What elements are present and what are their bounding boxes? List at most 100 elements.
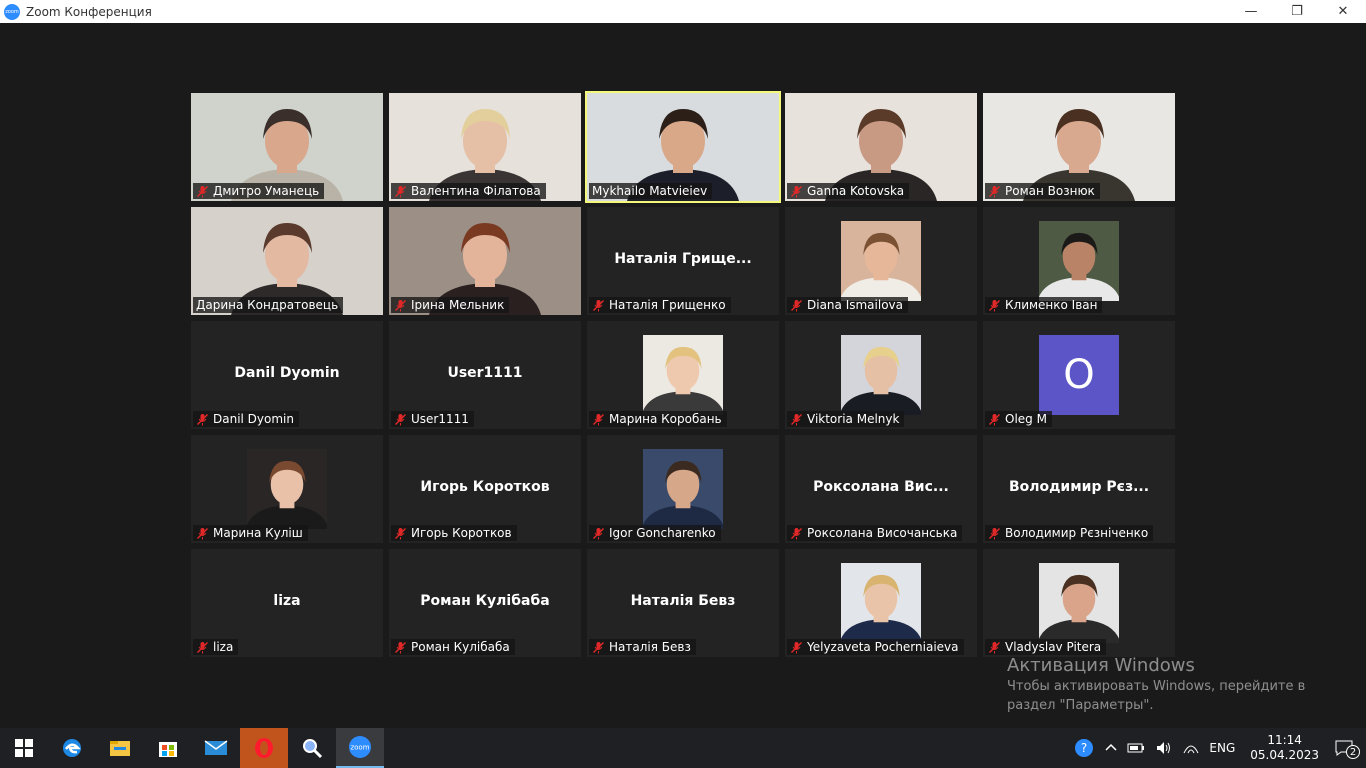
participant-nameplate: Марина Куліш — [193, 525, 308, 541]
participant-name: Роман Вознюк — [1005, 184, 1095, 198]
taskbar-zoom[interactable]: zoom — [336, 728, 384, 768]
muted-mic-icon — [395, 185, 406, 197]
taskbar-mail[interactable] — [192, 728, 240, 768]
muted-mic-icon — [593, 641, 604, 653]
wifi-icon[interactable] — [1183, 741, 1199, 755]
muted-mic-icon — [197, 527, 208, 539]
clock-date: 05.04.2023 — [1250, 748, 1319, 762]
taskbar-clock[interactable]: 11:14 05.04.2023 — [1250, 733, 1319, 763]
participant-tile[interactable]: Марина Коробань — [587, 321, 779, 429]
chevron-up-icon[interactable] — [1105, 742, 1117, 754]
participant-tile[interactable]: Igor Goncharenko — [587, 435, 779, 543]
participant-tile[interactable]: liza liza — [191, 549, 383, 657]
participant-name: Danil Dyomin — [213, 412, 294, 426]
mail-icon — [204, 740, 228, 755]
participant-name: Diana Ismailova — [807, 298, 903, 312]
participant-tile[interactable]: Mykhailo Matvieiev — [585, 91, 781, 203]
participant-tile[interactable]: Yelyzaveta Pocherniaieva — [785, 549, 977, 657]
participant-tile[interactable]: Валентина Філатова — [389, 93, 581, 201]
participant-tile[interactable]: User1111 User1111 — [389, 321, 581, 429]
participant-tile[interactable]: Марина Куліш — [191, 435, 383, 543]
muted-mic-icon — [791, 527, 802, 539]
notification-count: 2 — [1346, 745, 1360, 759]
participant-letter-avatar: O — [1039, 335, 1119, 415]
participant-tile[interactable]: Володимир Рєз... Володимир Рєзніченко — [983, 435, 1175, 543]
muted-mic-icon — [791, 185, 802, 197]
help-icon[interactable]: ? — [1073, 737, 1095, 759]
participant-tile[interactable]: Danil Dyomin Danil Dyomin — [191, 321, 383, 429]
participant-video-frame — [643, 335, 723, 415]
system-tray: ? ENG 11:14 05.04.2023 2 — [1068, 728, 1366, 768]
muted-mic-icon — [593, 299, 604, 311]
participant-avatar — [841, 221, 921, 301]
participant-tile[interactable]: Дарина Кондратовець — [191, 207, 383, 315]
notification-center[interactable]: 2 — [1334, 739, 1360, 759]
clock-time: 11:14 — [1267, 733, 1302, 747]
participant-name: Oleg M — [1005, 412, 1047, 426]
watermark-line-1: Чтобы активировать Windows, перейдите в — [1007, 679, 1306, 694]
close-button[interactable]: ✕ — [1320, 0, 1366, 23]
participant-name: Дарина Кондратовець — [196, 298, 339, 312]
minimize-button[interactable]: — — [1228, 0, 1274, 23]
windows-activation-watermark: Активация Windows Чтобы активировать Win… — [1007, 655, 1305, 715]
language-indicator[interactable]: ENG — [1209, 741, 1235, 755]
participant-name: Viktoria Melnyk — [807, 412, 900, 426]
participant-nameplate: Danil Dyomin — [193, 411, 299, 427]
participant-video-frame — [643, 449, 723, 529]
participant-tile[interactable]: Vladyslav Pitera — [983, 549, 1175, 657]
restore-button[interactable]: ❐ — [1274, 0, 1320, 23]
magnifier-icon — [303, 739, 323, 759]
muted-mic-icon — [989, 185, 1000, 197]
participant-name: Ірина Мельник — [411, 298, 505, 312]
taskbar-edge[interactable] — [48, 728, 96, 768]
participant-nameplate: Валентина Філатова — [391, 183, 546, 199]
speaker-icon[interactable] — [1155, 740, 1173, 756]
participant-video-frame — [841, 221, 921, 301]
opera-icon — [255, 738, 273, 758]
window-titlebar: zoom Zoom Конференция — ❐ ✕ — [0, 0, 1366, 23]
participant-tile[interactable]: Viktoria Melnyk — [785, 321, 977, 429]
taskbar-opera[interactable] — [240, 728, 288, 768]
participant-name: Марина Коробань — [609, 412, 722, 426]
muted-mic-icon — [989, 413, 1000, 425]
participant-name: Ganna Kotovska — [807, 184, 905, 198]
participant-nameplate: Ganna Kotovska — [787, 183, 910, 199]
battery-icon[interactable] — [1127, 742, 1145, 754]
taskbar-search-tool[interactable] — [288, 728, 336, 768]
participant-tile[interactable]: Ganna Kotovska — [785, 93, 977, 201]
participant-tile[interactable]: Наталія Грище... Наталія Грищенко — [587, 207, 779, 315]
participant-tile[interactable]: Наталія Бевз Наталія Бевз — [587, 549, 779, 657]
participant-name: Володимир Рєзніченко — [1005, 526, 1149, 540]
muted-mic-icon — [197, 185, 208, 197]
edge-icon — [63, 739, 81, 757]
taskbar-file-explorer[interactable] — [96, 728, 144, 768]
participant-tile[interactable]: Ірина Мельник — [389, 207, 581, 315]
muted-mic-icon — [395, 641, 406, 653]
participant-name: Валентина Філатова — [411, 184, 541, 198]
participant-nameplate: Наталія Грищенко — [589, 297, 731, 313]
participant-nameplate: Володимир Рєзніченко — [985, 525, 1154, 541]
participant-tile[interactable]: Дмитро Уманець — [191, 93, 383, 201]
participant-avatar — [643, 449, 723, 529]
participant-tile[interactable]: Diana Ismailova — [785, 207, 977, 315]
taskbar-store[interactable] — [144, 728, 192, 768]
participant-tile[interactable]: Роксолана Вис... Роксолана Височанська — [785, 435, 977, 543]
participant-tile[interactable]: O Oleg M — [983, 321, 1175, 429]
participant-display-name: liza — [273, 593, 301, 609]
participant-name: Наталія Бевз — [609, 640, 691, 654]
participant-nameplate: Дарина Кондратовець — [193, 297, 344, 313]
participant-tile[interactable]: Клименко Іван — [983, 207, 1175, 315]
muted-mic-icon — [395, 299, 406, 311]
participant-tile[interactable]: Роман Вознюк — [983, 93, 1175, 201]
muted-mic-icon — [989, 641, 1000, 653]
start-button[interactable] — [0, 728, 48, 768]
participant-nameplate: Ірина Мельник — [391, 297, 510, 313]
participant-name: Наталія Грищенко — [609, 298, 726, 312]
participant-tile[interactable]: Роман Кулібаба Роман Кулібаба — [389, 549, 581, 657]
participant-tile[interactable]: Игорь Коротков Игорь Коротков — [389, 435, 581, 543]
windows-taskbar: zoom ? ENG 11:14 05.04.2023 2 — [0, 728, 1366, 768]
participant-avatar — [841, 563, 921, 643]
participant-display-name: Danil Dyomin — [234, 365, 340, 381]
participant-display-name: Роксолана Вис... — [813, 479, 949, 495]
svg-text:?: ? — [1081, 741, 1087, 755]
